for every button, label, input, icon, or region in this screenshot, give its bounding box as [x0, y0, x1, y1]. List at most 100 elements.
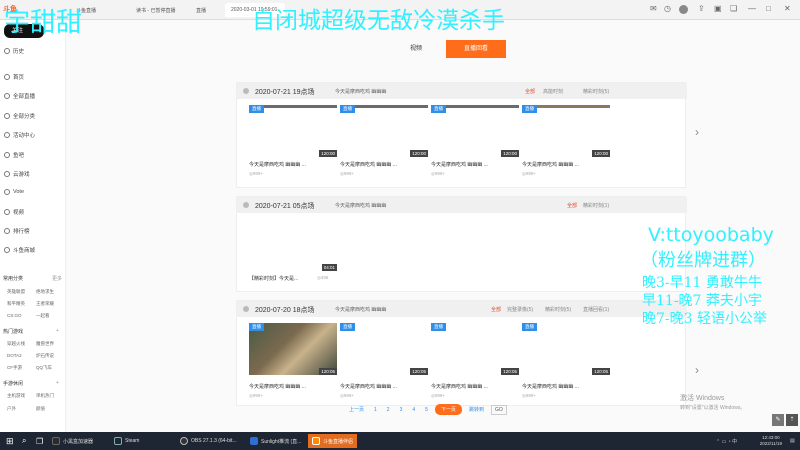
card-header: 2020-07-20 18点场 今天是摩西吃鸡 幽幽幽 全部 完整录像(5) 精… — [237, 301, 687, 317]
video-title[interactable]: 今天是摩西吃鸡 幽幽幽 ... — [522, 383, 610, 390]
sidebar-item-shop[interactable]: 斗鱼商城 — [4, 246, 35, 254]
browser-tab[interactable]: 读书 - 已暂停直播 — [130, 3, 190, 17]
message-icon[interactable]: ▣ — [714, 4, 722, 13]
sidebar-item-yuba[interactable]: 鱼吧 — [4, 151, 24, 159]
sidebar-item-vote[interactable]: Vote — [4, 189, 24, 195]
video-title[interactable]: 今天是摩西吃鸡 幽幽幽 ... — [431, 161, 519, 168]
taskbar-app[interactable]: 小黑盒加速器 — [48, 434, 97, 448]
filter-all[interactable]: 全部 — [491, 306, 501, 313]
category-link[interactable]: 绝地求生 — [36, 289, 54, 295]
video-thumbnail[interactable]: 直播 120:05 — [522, 323, 610, 375]
category-link[interactable]: 和平精英 — [7, 301, 25, 307]
feedback-icon[interactable]: ✎ — [772, 414, 784, 426]
video-thumbnail[interactable]: 直播 120:00 — [249, 105, 337, 157]
video-title[interactable]: 今天是摩西吃鸡 幽幽幽 ... — [340, 161, 428, 168]
sidebar-item-cloud-game[interactable]: 云游戏 — [4, 170, 30, 178]
duration-badge: 120:00 — [501, 150, 519, 157]
more-link[interactable]: 更多 — [52, 275, 62, 282]
chevron-right-icon[interactable]: › — [695, 363, 699, 377]
filter-clip[interactable]: 精彩时刻(5) — [583, 88, 609, 95]
sidebar-item-history[interactable]: 历史 — [4, 47, 24, 55]
video-thumbnail[interactable]: 直播 120:00 — [340, 105, 428, 157]
page-number[interactable]: 3 — [397, 406, 406, 414]
go-button[interactable]: GO — [490, 404, 507, 415]
notification-icon[interactable]: ✉ — [650, 4, 657, 13]
page-number[interactable]: 4 — [409, 406, 418, 414]
taskbar-app[interactable]: Sunlight推流 (直... — [246, 434, 305, 448]
taskbar-app[interactable]: Steam — [110, 434, 143, 448]
sidebar-item-all-live[interactable]: 全部直播 — [4, 92, 35, 100]
search-button[interactable]: ⌕ — [18, 434, 30, 448]
tab-video[interactable]: 视频 — [386, 40, 446, 58]
category-link[interactable]: 王者荣耀 — [36, 301, 54, 307]
upload-icon[interactable]: ⇪ — [698, 4, 705, 13]
category-link[interactable]: CS:GO — [7, 313, 22, 318]
video-thumbnail[interactable]: 直播 120:05 — [249, 323, 337, 375]
category-link[interactable]: 魔兽世界 — [36, 341, 54, 347]
video-thumbnail[interactable]: 直播 120:00 — [522, 105, 610, 157]
chevron-right-icon[interactable]: › — [695, 125, 699, 139]
video-title[interactable]: 今天是摩西吃鸡 幽幽幽 ... — [522, 161, 610, 168]
scroll-top-icon[interactable]: ⇡ — [786, 414, 798, 426]
video-thumbnail[interactable]: 直播 120:05 — [431, 323, 519, 375]
page-number[interactable]: 5 — [422, 406, 431, 414]
category-link[interactable]: 英雄联盟 — [7, 289, 25, 295]
category-link[interactable]: DOTA2 — [7, 353, 22, 358]
category-link[interactable]: 穿越火线 — [7, 341, 25, 347]
video-thumbnail[interactable]: 直播 120:05 — [340, 323, 428, 375]
sidebar-item-video[interactable]: 视频 — [4, 208, 24, 216]
page-number[interactable]: 1 — [371, 406, 380, 414]
notification-center-icon[interactable]: ▤ — [786, 434, 799, 448]
minimize-icon[interactable]: — — [748, 4, 756, 13]
category-link[interactable]: 一起看 — [36, 313, 50, 319]
category-link[interactable]: 单机热门 — [36, 393, 54, 399]
category-link[interactable]: 颜值 — [36, 406, 45, 412]
category-link[interactable]: 主机游戏 — [7, 393, 25, 399]
prev-page-button[interactable]: 上一页 — [346, 405, 367, 414]
sidebar-item-activity[interactable]: 活动中心 — [4, 131, 35, 139]
gift-icon[interactable]: ❏ — [730, 4, 737, 13]
next-page-button[interactable]: 下一页 — [434, 404, 462, 415]
segment-tabs: 视频 直播回看 — [386, 40, 506, 58]
video-thumbnail[interactable]: 直播 120:00 — [431, 105, 519, 157]
obs-icon — [180, 437, 188, 445]
taskbar-app[interactable]: OBS 27.1.3 (64-bit... — [176, 434, 241, 448]
filter-clip[interactable]: 精彩时刻(5) — [545, 306, 571, 313]
category-link[interactable]: 炉石传说 — [36, 353, 54, 359]
category-link[interactable]: QQ飞车 — [36, 365, 52, 371]
filter-highlight[interactable]: 高能时刻 — [543, 88, 563, 95]
sidebar-item-home[interactable]: 首页 — [4, 73, 24, 81]
filter-full-record[interactable]: 完整录像(5) — [507, 306, 533, 313]
live-badge: 直播 — [249, 105, 264, 113]
filter-all[interactable]: 全部 — [567, 202, 577, 209]
video-title[interactable]: 今天是摩西吃鸡 幽幽幽 ... — [340, 383, 428, 390]
windows-icon: ⊞ — [6, 435, 14, 446]
start-button[interactable]: ⊞ — [2, 434, 18, 448]
expand-icon[interactable]: + — [56, 380, 59, 386]
filter-all[interactable]: 全部 — [525, 88, 535, 95]
expand-icon[interactable]: + — [56, 328, 59, 334]
page-number[interactable]: 2 — [384, 406, 393, 414]
filter-replay[interactable]: 直播回看(1) — [583, 306, 609, 313]
avatar[interactable] — [679, 5, 688, 14]
sidebar-item-all-category[interactable]: 全部分类 — [4, 112, 35, 120]
system-clock[interactable]: 12:43:00 2022/11/19 — [760, 435, 782, 447]
sidebar-item-label: 首页 — [13, 75, 25, 81]
category-link[interactable]: CF手游 — [7, 365, 22, 371]
filter-clip[interactable]: 精彩时刻(1) — [583, 202, 609, 209]
category-link[interactable]: 户外 — [7, 406, 16, 412]
maximize-icon[interactable]: □ — [766, 4, 771, 13]
clock-icon[interactable]: ◷ — [664, 4, 671, 13]
tray-icons[interactable]: ⌃ ▭ ◔ 中 — [712, 434, 741, 448]
sidebar-item-rank[interactable]: 排行榜 — [4, 227, 30, 235]
video-title[interactable]: 今天是摩西吃鸡 幽幽幽 ... — [249, 161, 337, 168]
taskbar-app-active[interactable]: 斗鱼直播伴侣 — [308, 434, 358, 448]
video-title[interactable]: 今天是摩西吃鸡 幽幽幽 ... — [249, 383, 337, 390]
task-view-button[interactable]: ❐ — [32, 434, 47, 448]
video-title[interactable]: 今天是摩西吃鸡 幽幽幽 ... — [431, 383, 519, 390]
tab-live-replay[interactable]: 直播回看 — [446, 40, 506, 58]
replay-date: 2020-07-21 19点场 — [255, 89, 315, 96]
close-icon[interactable]: ✕ — [784, 4, 791, 13]
browser-tab[interactable]: 直播 — [190, 3, 220, 17]
video-thumbnail[interactable]: 04:01 — [249, 219, 337, 271]
